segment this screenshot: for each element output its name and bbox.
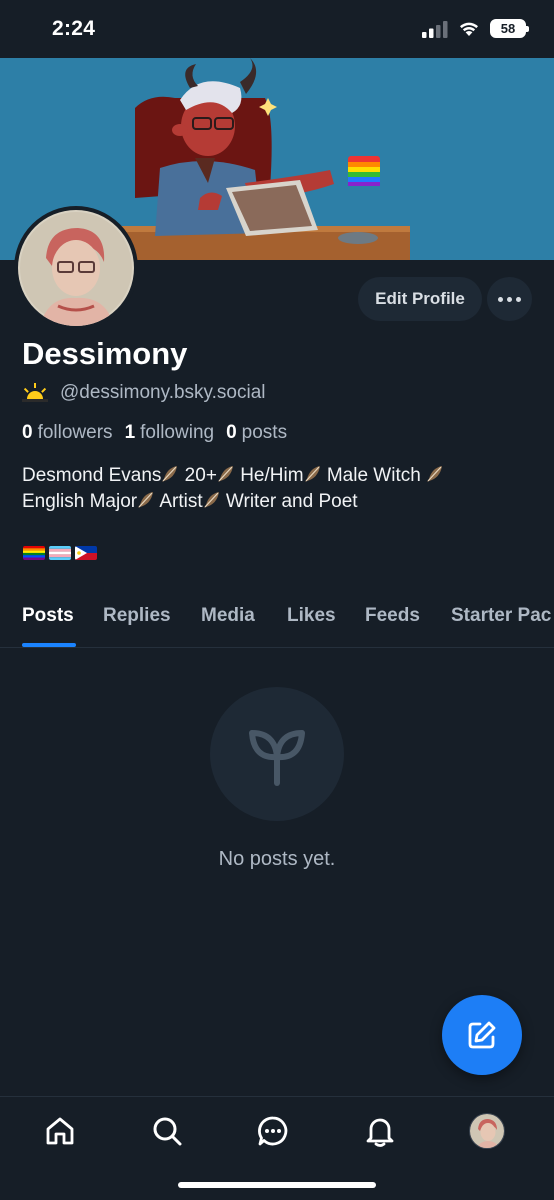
tab-feeds[interactable]: Feeds [365,605,420,627]
posts-label: posts [241,422,288,443]
bio-text: Writer and Poet [220,491,358,512]
avatar-illustration [18,210,134,326]
tab-media[interactable]: Media [201,605,255,627]
handle-row: @dessimony.bsky.social [22,382,265,404]
following-stat[interactable]: 1 following [125,422,215,444]
avatar [469,1113,505,1149]
home-icon [46,1117,74,1145]
tab-likes[interactable]: Likes [287,605,336,627]
compose-icon [468,1021,496,1049]
sprout-icon [249,730,305,786]
bell-icon [366,1118,394,1147]
feather-emoji-icon [138,492,154,508]
search-icon [153,1117,182,1146]
bio-text: He/Him [234,465,304,486]
edit-profile-button[interactable]: Edit Profile [358,277,482,321]
bio-flags [23,546,97,560]
profile-bio: Desmond Evans 20+ He/Him Male Witch Engl… [22,463,537,515]
more-dot-icon [516,296,521,302]
profile-handle: @dessimony.bsky.social [60,382,266,403]
feather-emoji-icon [162,466,178,482]
feather-emoji-icon [427,466,443,482]
posts-stat: 0 posts [226,422,287,444]
tab-starter-packs[interactable]: Starter Pac [451,605,551,627]
battery-indicator: 58 [490,19,529,38]
profile-avatar[interactable] [14,206,138,330]
feather-emoji-icon [203,492,219,508]
philippines-flag-icon [75,546,97,560]
posts-count: 0 [226,422,237,443]
bio-text: Male Witch [321,465,427,486]
status-bar: 2:24 58 [0,0,554,58]
bio-text: English Major [22,491,138,512]
bio-text: Artist [155,491,203,512]
following-label: following [140,422,215,443]
cellular-signal-icon [422,20,448,38]
chat-icon [258,1116,288,1146]
bio-text: Desmond Evans [22,465,162,486]
followers-stat[interactable]: 0 followers [22,422,113,444]
nav-search[interactable] [147,1111,187,1151]
followers-label: followers [37,422,113,443]
more-dot-icon [498,296,503,302]
nav-chat[interactable] [253,1111,293,1151]
bio-text: 20+ [179,465,217,486]
display-name: Dessimony [22,336,188,371]
nav-profile[interactable] [467,1111,507,1151]
nav-home[interactable] [40,1111,80,1151]
sunrise-emoji-icon [22,383,48,402]
tab-replies[interactable]: Replies [103,605,171,627]
transgender-flag-icon [49,546,71,560]
compose-button[interactable] [442,995,522,1075]
feather-emoji-icon [304,466,320,482]
profile-tabs: Posts Replies Media Likes Feeds Starter … [0,590,554,648]
status-time: 2:24 [52,17,96,40]
rainbow-pride-flag-icon [23,546,45,560]
avatar-thumbnail [470,1114,504,1148]
following-count: 1 [124,422,136,443]
more-options-button[interactable] [487,277,532,321]
home-indicator [178,1182,376,1188]
feather-emoji-icon [217,466,233,482]
followers-count: 0 [22,422,33,443]
battery-level: 58 [500,21,516,36]
more-dot-icon [507,296,512,302]
status-icons: 58 [422,19,529,38]
nav-notifications[interactable] [360,1111,400,1151]
tab-posts[interactable]: Posts [22,605,74,627]
profile-stats: 0 followers 1 following 0 posts [22,422,287,444]
wifi-icon [460,22,478,36]
empty-state-message: No posts yet. [218,848,336,870]
active-tab-indicator [22,643,76,647]
empty-state-icon-circle [210,687,344,821]
